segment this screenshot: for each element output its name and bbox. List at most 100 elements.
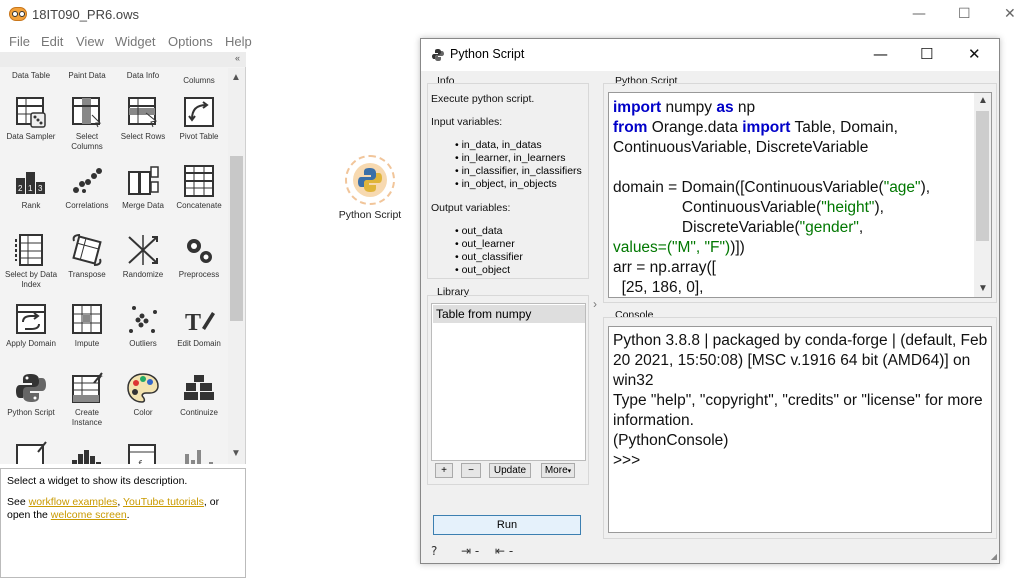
widget-continuize[interactable]: Continuize	[171, 371, 227, 418]
svg-text:1: 1	[28, 184, 33, 193]
widget-data-sampler[interactable]: Data Sampler	[3, 95, 59, 142]
widget-select-columns[interactable]: Select Columns	[59, 95, 115, 152]
create-instance-icon: ✦	[72, 372, 104, 403]
node-inner	[353, 163, 387, 197]
output-variable: out_object	[455, 264, 523, 277]
code-editor[interactable]: import numpy as np from Orange.data impo…	[608, 92, 992, 298]
menu-view[interactable]: View	[76, 34, 104, 49]
console-output[interactable]: Python 3.8.8 | packaged by conda-forge |…	[613, 331, 989, 471]
scrollbar-thumb[interactable]	[230, 156, 243, 321]
description-text: Select a widget to show its description.	[7, 475, 188, 487]
output-variables-heading: Output variables:	[431, 202, 511, 214]
scroll-up-icon[interactable]: ▲	[978, 95, 988, 106]
update-button[interactable]: Update	[489, 463, 531, 478]
widget-pivot-table[interactable]: Pivot Table	[171, 95, 227, 142]
scroll-down-icon[interactable]: ▼	[978, 283, 988, 294]
add-script-button[interactable]: +	[435, 463, 453, 478]
widget-preprocess[interactable]: Preprocess	[171, 233, 227, 280]
console-line: (PythonConsole)	[613, 432, 729, 449]
input-variable: in_object, in_objects	[455, 178, 582, 191]
merge-data-icon	[128, 166, 159, 195]
widget-partial-3[interactable]: f	[115, 440, 171, 464]
widget-label: Randomize	[122, 270, 164, 279]
widget-label-columns[interactable]: Columns	[171, 76, 227, 85]
widget-color[interactable]: Color	[115, 371, 171, 418]
widget-impute[interactable]: Impute	[59, 302, 115, 349]
menu-options[interactable]: Options	[168, 34, 213, 49]
widget-python-script[interactable]: Python Script	[3, 371, 59, 418]
widget-rank[interactable]: 213 Rank	[3, 164, 59, 211]
code-text[interactable]: import numpy as np from Orange.data impo…	[613, 98, 973, 297]
widget-create-instance[interactable]: ✦ Create Instance	[59, 371, 115, 428]
widget-label: Python Script	[7, 408, 55, 417]
rank-icon: 213	[16, 172, 45, 194]
code-scrollbar[interactable]: ▲ ▼	[974, 93, 991, 297]
widget-label: Apply Domain	[6, 339, 56, 348]
widget-label-data-table[interactable]: Data Table	[3, 71, 59, 80]
minimize-icon[interactable]: —	[873, 45, 888, 63]
run-button[interactable]: Run	[433, 515, 581, 535]
input-variable: in_classifier, in_classifiers	[455, 165, 582, 178]
dialog-titlebar: Python Script — ☐ ✕	[421, 39, 999, 71]
concatenate-icon	[184, 165, 214, 197]
menu-file[interactable]: File	[9, 34, 30, 49]
splitter-handle-icon[interactable]: ›	[593, 297, 597, 311]
workflow-examples-link[interactable]: workflow examples	[29, 496, 118, 508]
widget-apply-domain[interactable]: Apply Domain	[3, 302, 59, 349]
close-icon[interactable]: ✕	[1004, 6, 1016, 22]
widget-merge-data[interactable]: Merge Data	[115, 164, 171, 211]
python-icon	[432, 49, 444, 61]
menu-edit[interactable]: Edit	[41, 34, 63, 49]
menu-help[interactable]: Help	[225, 34, 252, 49]
close-icon[interactable]: ✕	[968, 45, 981, 63]
menu-widget[interactable]: Widget	[115, 34, 155, 49]
collapse-icon[interactable]: «	[235, 53, 240, 63]
widget-label: Edit Domain	[177, 339, 221, 348]
widget-transpose[interactable]: Transpose	[59, 233, 115, 280]
widget-label-data-info[interactable]: Data Info	[115, 71, 171, 80]
widget-edit-domain[interactable]: T Edit Domain	[171, 302, 227, 349]
library-item-table-from-numpy[interactable]: Table from numpy	[433, 305, 585, 323]
widget-select-rows[interactable]: Select Rows	[115, 95, 171, 142]
more-button[interactable]: More▾	[541, 463, 575, 478]
widget-partial-2[interactable]	[59, 440, 115, 464]
pivot-table-icon	[184, 97, 214, 127]
minimize-icon[interactable]: —	[912, 6, 926, 22]
widget-randomize[interactable]: Randomize	[115, 233, 171, 280]
widget-label: Rank	[21, 201, 41, 210]
canvas-python-script-node[interactable]: Python Script	[338, 155, 402, 221]
maximize-icon[interactable]: ☐	[958, 6, 971, 22]
scrollbar-thumb[interactable]	[976, 111, 989, 241]
input-summary-icon[interactable]: ⇥ -	[461, 544, 479, 558]
scroll-up-icon[interactable]: ▲	[231, 72, 241, 83]
bar-plot-icon	[185, 450, 213, 464]
library-list[interactable]: Table from numpy	[431, 303, 586, 461]
widget-correlations[interactable]: Correlations	[59, 164, 115, 211]
youtube-tutorials-link[interactable]: YouTube tutorials	[123, 496, 204, 508]
histogram-icon	[72, 450, 101, 464]
widget-partial-4[interactable]	[171, 440, 227, 464]
info-description: Execute python script.	[431, 93, 535, 105]
widget-label-paint-data[interactable]: Paint Data	[59, 71, 115, 80]
welcome-screen-link[interactable]: welcome screen	[51, 509, 127, 521]
widget-select-by-data-index[interactable]: Select by Data Index	[3, 233, 59, 290]
palette-scrollbar[interactable]: ▲ ▼	[228, 68, 245, 464]
help-icon[interactable]: ?	[431, 544, 437, 558]
output-summary-icon[interactable]: ⇤ -	[495, 544, 513, 558]
resize-grip-icon[interactable]: ◢	[991, 552, 997, 561]
python-console[interactable]: Python 3.8.8 | packaged by conda-forge |…	[608, 326, 992, 533]
maximize-icon[interactable]: ☐	[920, 45, 933, 63]
svg-text:f: f	[138, 457, 142, 464]
widget-concatenate[interactable]: Concatenate	[171, 164, 227, 211]
output-variables-list: out_data out_learner out_classifier out_…	[455, 225, 523, 277]
widget-label: Merge Data	[122, 201, 164, 210]
scroll-down-icon[interactable]: ▼	[231, 448, 241, 459]
node-circle[interactable]	[345, 155, 395, 205]
widget-partial-1[interactable]	[3, 440, 59, 464]
remove-script-button[interactable]: −	[461, 463, 481, 478]
open-text: open the	[7, 509, 51, 521]
widget-outliers[interactable]: Outliers	[115, 302, 171, 349]
app-titlebar: 18IT090_PR6.ows — ☐ ✕	[0, 0, 1024, 30]
widget-label: Transpose	[68, 270, 106, 279]
or-text: , or	[203, 496, 220, 508]
